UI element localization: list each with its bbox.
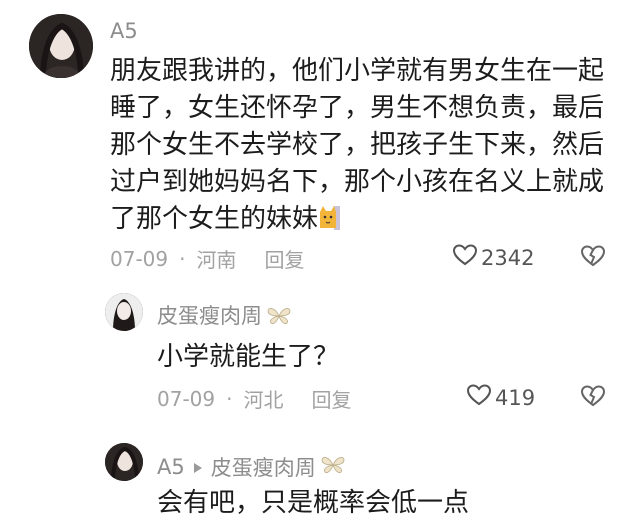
heart-icon [466, 383, 492, 412]
username-link[interactable]: A5 [157, 455, 185, 479]
avatar[interactable] [29, 14, 93, 78]
avatar[interactable] [105, 293, 143, 331]
butterfly-icon [266, 306, 292, 331]
comment-text: 会有吧，只是概率会低一点 [157, 488, 470, 518]
comment-text: 朋友跟我讲的，他们小学就有男女生在一起睡了，女生还怀孕了，男生不想负责，最后那个… [110, 53, 610, 238]
comment-meta: 07-09 · 河南 回复 [110, 244, 304, 273]
avatar[interactable] [105, 443, 143, 481]
comment-body: 朋友跟我讲的，他们小学就有男女生在一起睡了，女生还怀孕了，男生不想负责，最后那个… [110, 56, 605, 234]
like-button[interactable]: 419 [466, 383, 535, 412]
comment-date: 07-09 [157, 386, 216, 411]
comment-location: 河北 [243, 388, 284, 412]
reply-button[interactable]: 回复 [264, 244, 304, 273]
comment-meta: 07-09 · 河北 回复 [157, 384, 351, 413]
reply-arrow-icon [193, 455, 203, 479]
heart-icon [452, 243, 478, 272]
comment-username: A5 皮蛋瘦肉周 [157, 452, 346, 482]
comment-location: 河南 [196, 248, 237, 272]
broken-heart-icon [580, 385, 606, 412]
comment-date: 07-09 [110, 246, 169, 271]
dislike-button[interactable] [580, 384, 606, 412]
username-link[interactable]: 皮蛋瘦肉周 [157, 304, 262, 328]
comment-text: 小学就能生了？ [157, 342, 340, 372]
like-count: 419 [495, 385, 536, 410]
separator-dot: · [179, 246, 186, 271]
cat-emoji-icon [318, 204, 341, 230]
butterfly-icon [320, 455, 346, 480]
reply-button[interactable]: 回复 [311, 384, 351, 413]
like-count: 2342 [481, 245, 535, 270]
like-button[interactable]: 2342 [452, 243, 534, 272]
broken-heart-icon [580, 245, 606, 272]
comment-username[interactable]: A5 [110, 19, 138, 43]
dislike-button[interactable] [580, 244, 606, 272]
separator-dot: · [226, 386, 233, 411]
comment-username: 皮蛋瘦肉周 [157, 300, 292, 331]
reply-to-username[interactable]: 皮蛋瘦肉周 [211, 452, 316, 482]
